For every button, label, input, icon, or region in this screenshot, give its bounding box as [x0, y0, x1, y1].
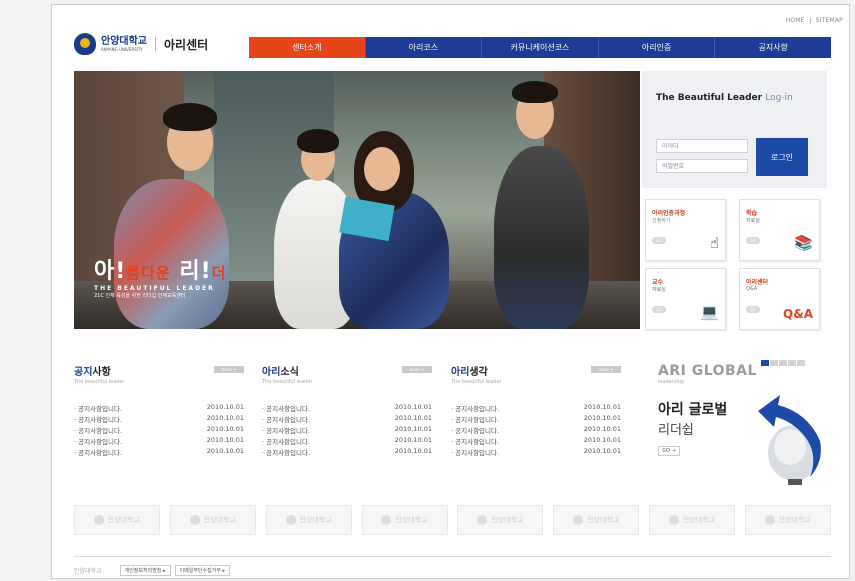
partner-banner[interactable]: 안양대학교 — [361, 505, 448, 535]
partner-banner[interactable]: 안양대학교 — [553, 505, 640, 535]
partner-banner[interactable]: 안양대학교 — [265, 505, 352, 535]
hero-student-2-hair — [297, 129, 339, 153]
promo-subtitle: leadership — [658, 379, 685, 385]
quick-link-study-materials[interactable]: 학습 자료실 GO 📚 — [739, 199, 820, 261]
list-item[interactable]: · 공지사항입니다. 2010.10.01 — [74, 403, 244, 414]
footer-logo: 안양대학교 — [74, 568, 102, 575]
university-name-ko: 안양대학교 — [101, 35, 147, 47]
sitemap-link[interactable]: SITEMAP — [816, 17, 843, 24]
list-item[interactable]: · 공지사항입니다. 2010.10.01 — [451, 425, 621, 436]
list-item[interactable]: · 공지사항입니다. 2010.10.01 — [262, 414, 432, 425]
list-item[interactable]: · 공지사항입니다. 2010.10.01 — [262, 436, 432, 447]
more-button[interactable]: more + — [402, 366, 432, 373]
quick-link-title: 학습 — [746, 210, 758, 217]
quick-link-certification[interactable]: 아리인증과정 신청하기 GO ☝ — [645, 199, 726, 261]
board-list: · 공지사항입니다. 2010.10.01 · 공지사항입니다. 2010.10.0… — [451, 403, 621, 458]
login-box: The Beautiful Leader Log-in 아이디 비밀번호 로그인 — [642, 71, 827, 188]
quick-link-subtitle: Q&A — [746, 286, 758, 292]
hero-student-4 — [494, 146, 589, 329]
list-item[interactable]: · 공지사항입니다. 2010.10.01 — [74, 414, 244, 425]
pointer-hand-icon: ☝ — [709, 234, 719, 252]
quick-link-subtitle: 자료실 — [652, 287, 666, 293]
page-frame: HOME SITEMAP 안양대학교 ANYANG UNIVERSITY 아리센터… — [51, 4, 850, 579]
more-button[interactable]: more + — [591, 366, 621, 373]
quick-link-subtitle: 자료실 — [746, 218, 760, 224]
university-emblem-icon — [74, 33, 96, 55]
footer-divider — [74, 556, 831, 557]
privacy-policy-link[interactable]: 개인정보처리방침 ▸ — [119, 565, 171, 576]
hero-tagline: 아!름다운 리!더 THE BEAUTIFUL LEADER 21C 인재 육성… — [94, 253, 226, 299]
nav-item-communication-course[interactable]: 커뮤니케이션코스 — [481, 37, 598, 58]
university-name-en: ANYANG UNIVERSITY — [101, 46, 143, 52]
partner-banners: 안양대학교 안양대학교 안양대학교 안양대학교 안양대학교 안양대학교 안양대학… — [74, 505, 831, 535]
go-button[interactable]: GO — [746, 306, 760, 313]
nav-item-ari-certification[interactable]: 아리인증 — [597, 37, 715, 58]
quick-link-title: 교수 — [652, 279, 664, 286]
login-title: The Beautiful Leader Log-in — [656, 93, 793, 103]
utility-nav: HOME SITEMAP — [786, 17, 843, 24]
list-item[interactable]: · 공지사항입니다. 2010.10.01 — [451, 436, 621, 447]
ari-global-promo: ARI GLOBAL leadership 아리 글로벌 리더쉽 GO → — [658, 363, 828, 493]
promo-title: ARI GLOBAL — [658, 363, 757, 379]
hero-sub-slogan: 21C 인재 육성을 위한 리더십 인재교육센터 — [94, 293, 186, 299]
login-button[interactable]: 로그인 — [756, 138, 808, 176]
go-button[interactable]: GO → — [658, 446, 680, 456]
quick-link-professor-materials[interactable]: 교수 자료실 GO 💻 — [645, 268, 726, 330]
hero-student-4-hair — [512, 81, 558, 103]
partner-banner[interactable]: 안양대학교 — [744, 505, 831, 535]
list-item[interactable]: · 공지사항입니다. 2010.10.01 — [451, 414, 621, 425]
books-icon: 📚 — [794, 234, 813, 252]
go-button[interactable]: GO — [652, 237, 666, 244]
qna-icon: Q&A — [783, 307, 813, 321]
main-nav: 센터소개 아리코스 커뮤니케이션코스 아리인증 공지사항 — [249, 37, 831, 58]
laptop-icon: 💻 — [700, 303, 719, 321]
email-policy-link[interactable]: 이메일무단수집거부 ▸ — [174, 565, 231, 576]
nav-item-about[interactable]: 센터소개 — [249, 37, 365, 58]
center-name: 아리센터 — [164, 37, 209, 52]
quick-link-subtitle: 신청하기 — [652, 218, 671, 224]
hero-slogan: 아!름다운 리!더 — [94, 259, 227, 284]
board-subtitle: The beautiful leader — [262, 379, 313, 385]
site-logo[interactable]: 안양대학교 ANYANG UNIVERSITY 아리센터 — [74, 27, 208, 61]
password-input[interactable]: 비밀번호 — [656, 159, 748, 173]
hero-banner: 아!름다운 리!더 THE BEAUTIFUL LEADER 21C 인재 육성… — [74, 71, 640, 329]
divider — [809, 17, 811, 24]
partner-banner[interactable]: 안양대학교 — [169, 505, 256, 535]
ari-thoughts-board: 아리생각 The beautiful leader more + · 공지사항입… — [451, 363, 621, 458]
divider — [155, 37, 156, 51]
user-id-input[interactable]: 아이디 — [656, 139, 748, 153]
globe-icon — [758, 395, 821, 485]
hero-student-3-face — [364, 147, 400, 191]
partner-banner[interactable]: 안양대학교 — [457, 505, 544, 535]
board-subtitle: The beautiful leader — [451, 379, 502, 385]
list-item[interactable]: · 공지사항입니다. 2010.10.01 — [74, 425, 244, 436]
list-item[interactable]: · 공지사항입니다. 2010.10.01 — [451, 403, 621, 414]
partner-banner[interactable]: 안양대학교 — [649, 505, 736, 535]
hero-student-1-hair — [163, 103, 217, 131]
list-item[interactable]: · 공지사항입니다. 2010.10.01 — [262, 425, 432, 436]
list-item[interactable]: · 공지사항입니다. 2010.10.01 — [451, 447, 621, 458]
more-button[interactable]: more + — [214, 366, 244, 373]
nav-item-ari-course[interactable]: 아리코스 — [364, 37, 482, 58]
footer: 안양대학교 개인정보처리방침 ▸ 이메일무단수집거부 ▸ — [74, 565, 231, 576]
list-item[interactable]: · 공지사항입니다. 2010.10.01 — [74, 436, 244, 447]
ari-news-board: 아리소식 The beautiful leader more + · 공지사항입… — [262, 363, 432, 458]
go-button[interactable]: GO — [652, 306, 666, 313]
home-link[interactable]: HOME — [786, 17, 805, 24]
go-button[interactable]: GO — [746, 237, 760, 244]
board-subtitle: The beautiful leader — [74, 379, 125, 385]
list-item[interactable]: · 공지사항입니다. 2010.10.01 — [262, 447, 432, 458]
board-list: · 공지사항입니다. 2010.10.01 · 공지사항입니다. 2010.10.0… — [262, 403, 432, 458]
hero-english-slogan: THE BEAUTIFUL LEADER — [94, 285, 215, 292]
quick-link-title: 아리인증과정 — [652, 210, 686, 217]
list-item[interactable]: · 공지사항입니다. 2010.10.01 — [74, 447, 244, 458]
notice-board: 공지사항 The beautiful leader more + · 공지사항입… — [74, 363, 244, 458]
university-name: 안양대학교 ANYANG UNIVERSITY — [101, 36, 147, 53]
partner-banner[interactable]: 안양대학교 — [74, 505, 160, 535]
quick-link-qna[interactable]: 아리센터 Q&A GO Q&A — [739, 268, 820, 330]
board-list: · 공지사항입니다. 2010.10.01 · 공지사항입니다. 2010.10.0… — [74, 403, 244, 458]
nav-item-notice[interactable]: 공지사항 — [714, 37, 831, 58]
quick-link-title: 아리센터 — [746, 279, 769, 286]
list-item[interactable]: · 공지사항입니다. 2010.10.01 — [262, 403, 432, 414]
